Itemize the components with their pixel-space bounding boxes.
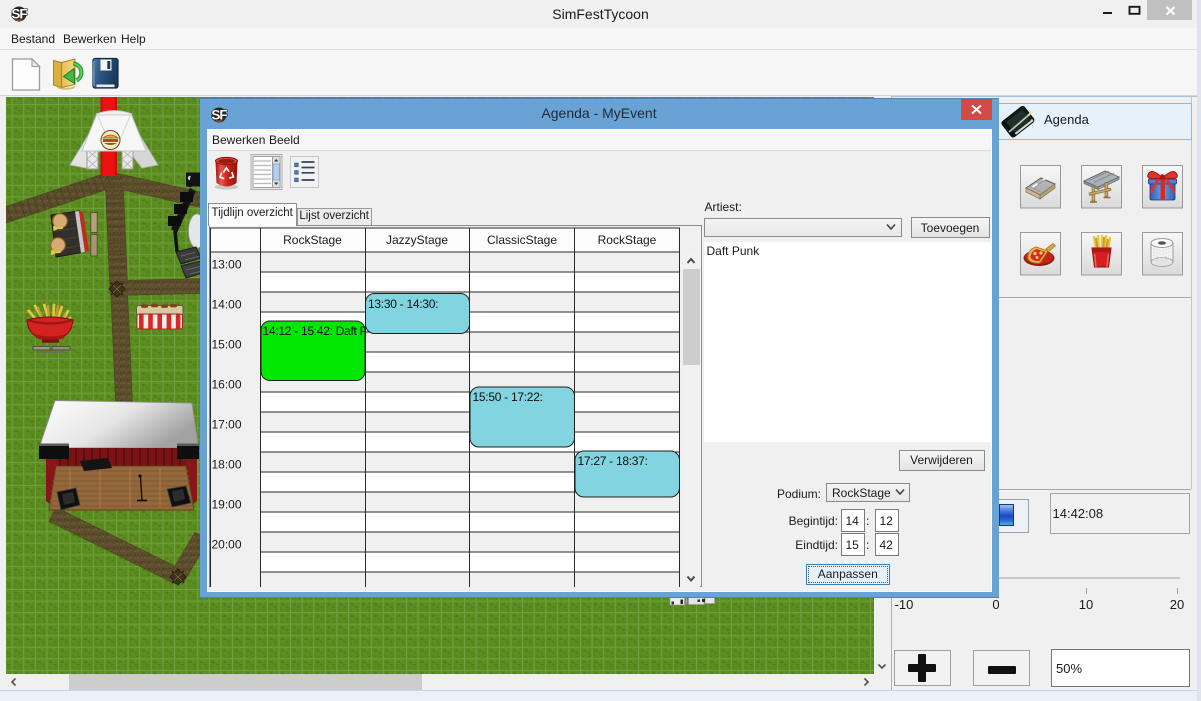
svg-text:SF: SF [11,7,27,22]
